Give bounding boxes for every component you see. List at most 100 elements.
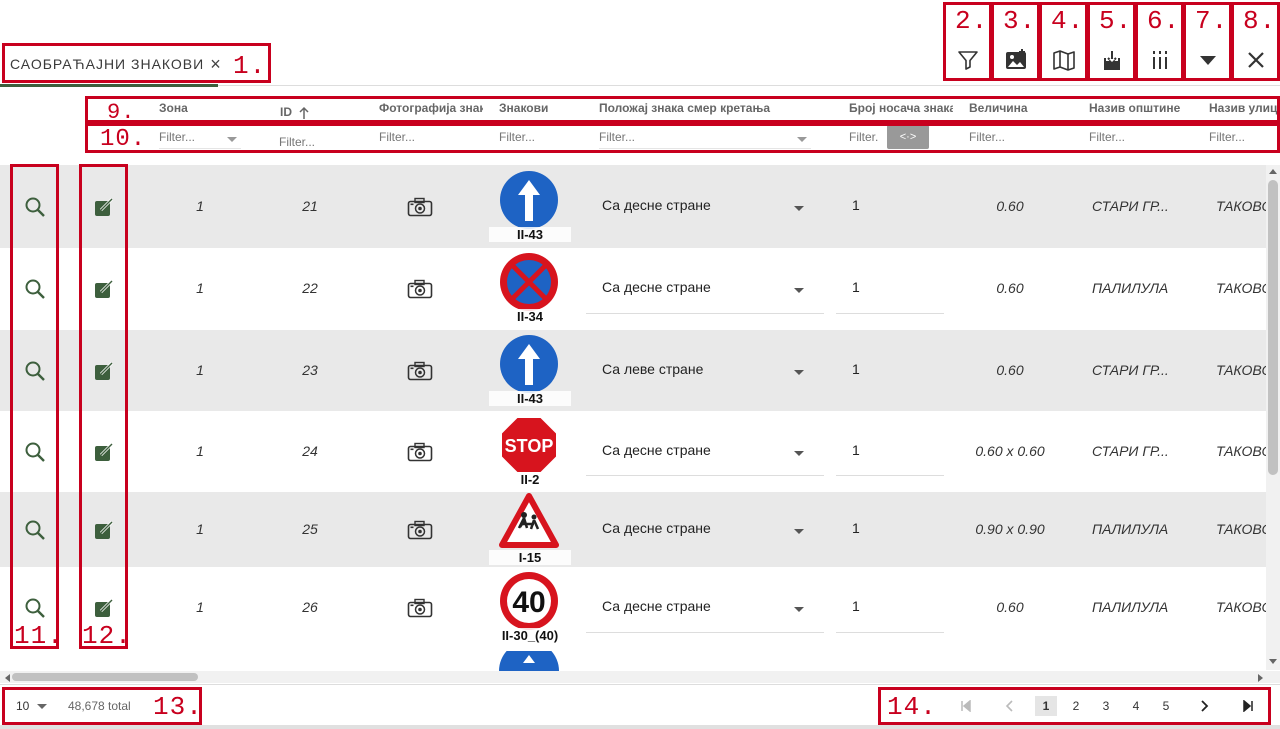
cell-polozaj-select[interactable]: Са десне стране	[602, 197, 782, 213]
prev-page-button[interactable]	[999, 696, 1021, 716]
next-page-button[interactable]	[1193, 696, 1215, 716]
view-details-search-icon[interactable]	[24, 519, 46, 541]
traffic-sign-image[interactable]: STOP	[499, 415, 559, 480]
view-details-search-icon[interactable]	[24, 196, 46, 218]
cell-polozaj-select[interactable]: Са десне стране	[602, 279, 782, 295]
tab-saobracajni-znakovi[interactable]: САОБРАЋАЈНИ ЗНАКОВИ ×	[0, 44, 221, 84]
traffic-sign-image[interactable]	[499, 170, 559, 235]
table-row[interactable]: 1 23 II-43 Са леве стране 1 0.60 СТАРИ Г…	[0, 330, 1266, 411]
page-button-3[interactable]: 3	[1095, 696, 1117, 716]
filter-broj[interactable]	[849, 130, 885, 144]
cell-velicina: 0.60	[996, 361, 1024, 378]
camera-icon[interactable]	[407, 598, 433, 618]
edit-icon[interactable]	[93, 196, 115, 218]
cell-broj-input[interactable]: 1	[852, 520, 882, 536]
camera-icon[interactable]	[407, 197, 433, 217]
stop-text: STOP	[505, 436, 554, 456]
edit-icon[interactable]	[93, 441, 115, 463]
page-size-caret-icon[interactable]	[37, 704, 47, 709]
scroll-left-icon[interactable]	[3, 673, 11, 683]
sort-ascending-icon[interactable]	[298, 106, 310, 120]
last-page-button[interactable]	[1237, 696, 1259, 716]
camera-icon[interactable]	[407, 279, 433, 299]
traffic-sign-image[interactable]	[499, 252, 559, 317]
columns-icon	[1153, 51, 1167, 69]
page-button-1[interactable]: 1	[1035, 696, 1057, 716]
table-row-partial[interactable]	[0, 649, 1266, 671]
polozaj-caret-icon[interactable]	[794, 528, 804, 534]
cell-polozaj-select[interactable]: Са десне стране	[602, 520, 782, 536]
filter-id[interactable]	[279, 135, 359, 149]
cell-broj-input[interactable]: 1	[852, 598, 882, 614]
cell-id: 26	[302, 599, 318, 615]
col-header-opstina[interactable]: Назив општине	[1089, 101, 1199, 119]
tab-close-icon[interactable]: ×	[210, 54, 221, 75]
page-size-select[interactable]: 10	[16, 699, 29, 713]
sign-code-label: II-34	[489, 309, 571, 324]
filter-polozaj[interactable]	[599, 130, 789, 144]
camera-icon[interactable]	[407, 520, 433, 540]
cell-zona: 1	[196, 520, 204, 537]
cell-broj-input[interactable]: 1	[852, 279, 882, 295]
cell-broj-input[interactable]: 1	[852, 442, 882, 458]
cell-polozaj-select[interactable]: Са десне стране	[602, 598, 782, 614]
edit-icon[interactable]	[93, 360, 115, 382]
edit-icon[interactable]	[93, 278, 115, 300]
filter-ulica[interactable]	[1209, 130, 1277, 144]
view-details-search-icon[interactable]	[24, 278, 46, 300]
traffic-sign-image[interactable]	[499, 334, 559, 399]
view-details-search-icon[interactable]	[24, 441, 46, 463]
cell-polozaj-select[interactable]: Са десне стране	[602, 442, 782, 458]
polozaj-caret-icon[interactable]	[794, 607, 804, 612]
traffic-sign-image[interactable]	[499, 492, 559, 554]
traffic-sign-image[interactable]: 40	[499, 571, 559, 636]
table-row[interactable]: 1 25 I-15 Са десне стране 1 0.90 x 0.90 …	[0, 492, 1266, 567]
broj-underline	[836, 475, 944, 476]
table-row[interactable]: 1 22 II-34 Са десне стране 1 0.60 ПАЛИЛУ…	[0, 248, 1266, 330]
page-button-2[interactable]: 2	[1065, 696, 1087, 716]
annotation-label-2: 2.	[955, 6, 989, 36]
table-row[interactable]: 1 24 STOP II-2 Са десне стране 1 0.60 x …	[0, 411, 1266, 492]
col-header-polozaj[interactable]: Положај знака смер кретања	[599, 101, 829, 119]
edit-icon[interactable]	[93, 519, 115, 541]
table-row[interactable]: 1 21 II-43 Са десне стране 1 0.60 СТАРИ …	[0, 165, 1266, 248]
filter-velicina[interactable]	[969, 130, 1059, 144]
page-button-5[interactable]: 5	[1155, 696, 1177, 716]
table-row[interactable]: 1 26 40 II-30_(40) Са десне стране 1 0.6…	[0, 567, 1266, 649]
vertical-scrollbar-thumb[interactable]	[1268, 180, 1278, 475]
edit-icon[interactable]	[93, 597, 115, 619]
scroll-down-icon[interactable]	[1268, 658, 1278, 666]
horizontal-scrollbar-thumb[interactable]	[12, 673, 198, 681]
polozaj-caret-icon[interactable]	[794, 450, 804, 456]
cell-broj-input[interactable]: 1	[852, 197, 882, 213]
polozaj-caret-icon[interactable]	[794, 288, 804, 293]
col-header-foto[interactable]: Фотографија знак	[379, 101, 483, 119]
cell-polozaj-select[interactable]: Са леве стране	[602, 361, 782, 377]
col-header-zona[interactable]: Зона	[159, 101, 259, 119]
col-header-velicina[interactable]: Величина	[969, 101, 1069, 119]
filter-zona[interactable]	[159, 130, 229, 144]
col-header-ulica[interactable]: Назив улице	[1209, 101, 1280, 119]
range-toggle-button[interactable]: <·>	[887, 125, 929, 149]
cell-zona: 1	[196, 442, 204, 459]
first-page-button[interactable]	[955, 696, 977, 716]
scroll-right-icon[interactable]	[1257, 673, 1265, 683]
scroll-up-icon[interactable]	[1268, 167, 1278, 175]
filter-zona-caret-icon[interactable]	[227, 137, 237, 142]
filter-znakovi[interactable]	[499, 130, 589, 144]
cell-broj-input[interactable]: 1	[852, 361, 882, 377]
filter-polozaj-caret-icon[interactable]	[797, 137, 807, 142]
cell-zona: 1	[196, 280, 204, 296]
view-details-search-icon[interactable]	[24, 360, 46, 382]
filter-opstina[interactable]	[1089, 130, 1179, 144]
col-header-znakovi[interactable]: Знакови	[499, 101, 579, 119]
filter-foto[interactable]	[379, 130, 469, 144]
camera-icon[interactable]	[407, 442, 433, 462]
polozaj-caret-icon[interactable]	[794, 369, 804, 375]
col-header-broj[interactable]: Број носача знака	[849, 101, 953, 119]
page-button-4[interactable]: 4	[1125, 696, 1147, 716]
view-details-search-icon[interactable]	[24, 597, 46, 619]
col-header-id[interactable]: ID	[280, 105, 294, 123]
polozaj-caret-icon[interactable]	[794, 205, 804, 211]
camera-icon[interactable]	[407, 361, 433, 381]
